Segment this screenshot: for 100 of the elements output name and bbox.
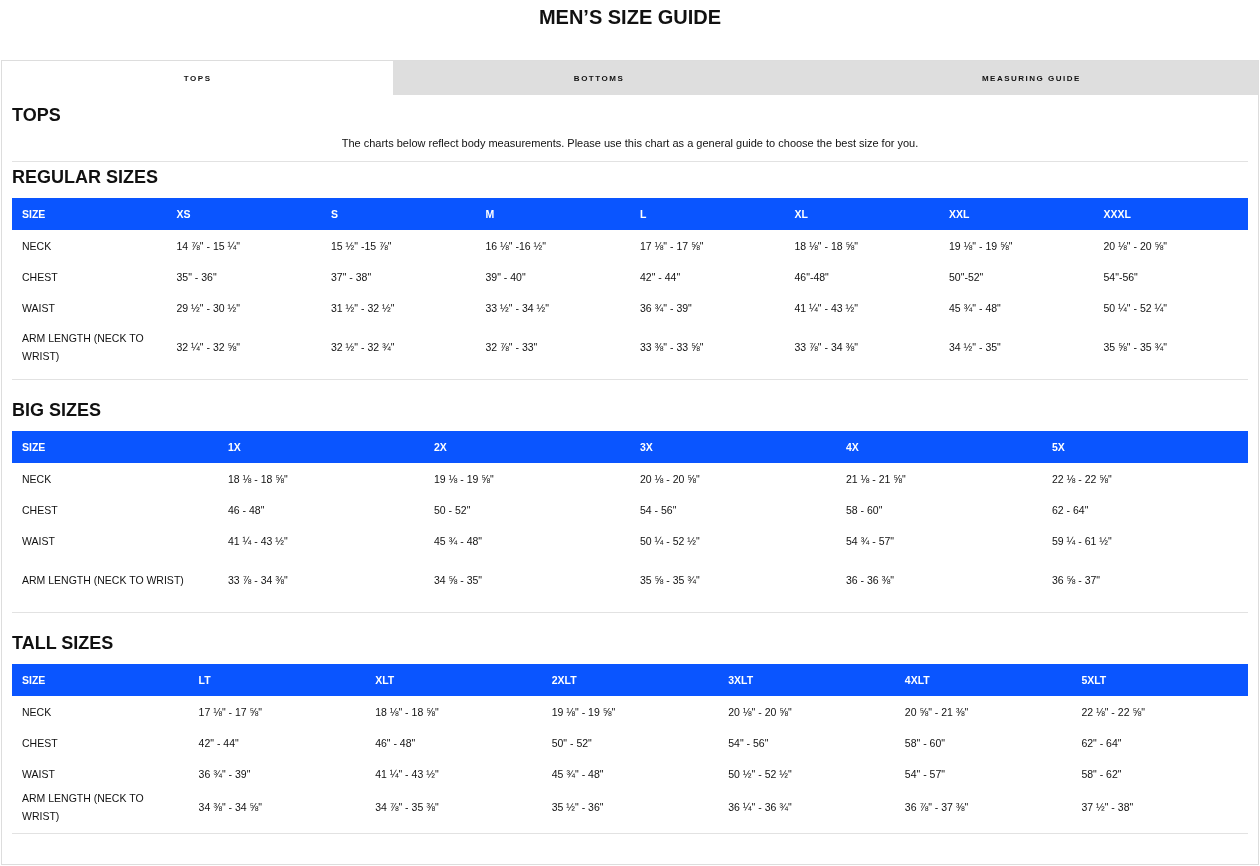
table-cell-text: 41 ¼ - 43 ½" [227,533,289,549]
table-cell: 18 ⅛" - 18 ⅝" [365,696,542,727]
table-cell-text: 54 - 56" [639,502,678,518]
column-header: 1X [218,431,424,463]
table-cell-text: 36 ¼" - 36 ¾" [727,800,793,815]
table-cell-text: 41 ¼" - 43 ½" [793,300,859,316]
table-cell-text: 54" - 57" [903,766,946,782]
column-header: XL [784,198,939,230]
table-cell-text: 50 ¼ - 52 ½" [639,533,701,549]
tab[interactable]: BOTTOMS [393,61,805,95]
table-cell-text: 58" - 62" [1080,766,1123,782]
row-label: WAIST [21,533,56,549]
column-header: M [475,198,630,230]
table-cell-text: 36 ⅝ - 37" [1051,573,1102,588]
section-title: TOPS [12,105,62,127]
row-label: CHEST [21,735,59,751]
table-cell-text: 45 ¾" - 48" [550,766,605,782]
table-cell-text: 37 ½" - 38" [1080,800,1135,815]
column-header: 2XLT [541,664,719,696]
row-label: WAIST [21,766,56,782]
column-header: L [630,198,785,230]
table-cell-text: 34 ⅞" - 35 ⅜" [374,800,440,815]
table-cell-text: 36 ¾" - 39" [197,766,252,782]
table-cell-text: 50" - 52" [550,735,593,751]
table-cell-text: 35" - 36" [175,269,218,285]
table-cell-text: 46 - 48" [227,502,266,518]
table-cell-text: 46"-48" [793,269,830,285]
table-cell-text: 41 ¼" - 43 ½" [374,766,440,782]
tab[interactable]: MEASURING GUIDE [804,61,1258,95]
table-cell-text: 58 - 60" [845,502,884,518]
column-header: XXL [939,198,1094,230]
table-cell-text: 62 - 64" [1051,502,1090,518]
column-header: SIZE [12,664,189,696]
column-header: 2X [424,431,630,463]
table-cell-text: 42" - 44" [197,735,240,751]
table-title: REGULAR SIZES [12,167,159,189]
column-header: 4X [836,431,1042,463]
table-cell: 21 ⅛ - 21 ⅝" [836,463,1042,494]
column-header: 3X [630,431,836,463]
table-cell: 16 ⅛" -16 ½" [475,230,630,261]
column-header: 4XLT [894,664,1072,696]
table-cell-text: 34 ⅝ - 35" [433,573,484,588]
table-cell-text: 33 ⅞" - 34 ⅜" [793,340,859,355]
column-header: 5X [1042,431,1248,463]
table-cell-text: 39" - 40" [484,269,527,285]
table-cell: 20 ⅛ - 20 ⅝" [630,463,836,494]
table-cell-text: 37" - 38" [330,269,373,285]
table-cell-text: 35 ⅝" - 35 ¾" [1102,340,1168,355]
row-label: NECK [12,463,218,494]
column-header: LT [188,664,366,696]
table-cell: 14 ⅞" - 15 ¼" [166,230,321,261]
table-cell-text: 32 ¼" - 32 ⅝" [175,340,241,355]
table-cell: 15 ½" -15 ⅞" [321,230,476,261]
column-header: XLT [365,664,542,696]
table-cell-text: 33 ⅜" - 33 ⅝" [639,340,705,355]
table-cell-text: 35 ⅝ - 35 ¾" [639,573,701,588]
table-cell-text: 54 ¾ - 57" [845,533,896,549]
table-cell-text: 50"-52" [948,269,985,285]
table-cell-text: 42" - 44" [639,269,682,285]
table-cell: 19 ⅛ - 19 ⅝" [424,463,630,494]
table-cell-text: 36 ¾" - 39" [639,300,693,316]
row-label: ARM LENGTH (NECK TO WRIST) [21,791,145,824]
column-header: XS [166,198,321,230]
table-cell: 18 ⅛ - 18 ⅝" [218,463,424,494]
table-cell: 22 ⅛" - 22 ⅝" [1071,696,1248,727]
table-cell: 19 ⅛" - 19 ⅝" [541,696,719,727]
table-cell: 19 ⅛" - 19 ⅝" [939,230,1094,261]
table-cell-text: 62" - 64" [1080,735,1123,751]
table-cell-text: 45 ¾ - 48" [433,533,484,549]
row-label: WAIST [21,300,56,316]
row-label: NECK [12,230,167,261]
table-cell-text: 33 ½" - 34 ½" [484,300,550,316]
column-header: XXXL [1093,198,1248,230]
table-cell: 17 ⅛" - 17 ⅝" [188,696,366,727]
table-cell-text: 50 ½" - 52 ½" [727,766,793,782]
row-label: CHEST [21,502,59,518]
column-header: SIZE [12,198,167,230]
table-title: TALL SIZES [12,633,115,655]
table-cell-text: 35 ½" - 36" [550,800,605,815]
table-cell-text: 32 ½" - 32 ¾" [330,340,396,355]
table-cell: 20 ⅝" - 21 ⅜" [894,696,1072,727]
table-cell-text: 59 ¼ - 61 ½" [1051,533,1113,549]
table-cell-text: 32 ⅞" - 33" [484,340,539,355]
table-cell: 22 ⅛ - 22 ⅝" [1042,463,1248,494]
table-cell-text: 34 ½" - 35" [948,340,1002,355]
column-header: SIZE [12,431,218,463]
table-cell: 17 ⅛" - 17 ⅝" [630,230,785,261]
row-label: ARM LENGTH (NECK TO WRIST) [21,573,185,588]
table-cell-text: 54" - 56" [727,735,770,751]
table-cell-text: 46" - 48" [374,735,417,751]
page-title: MEN’S SIZE GUIDE [537,5,723,30]
table-cell-text: 29 ½" - 30 ½" [175,300,241,316]
table-cell-text: 36 - 36 ⅜" [845,573,896,588]
table-cell-text: 54"-56" [1102,269,1139,285]
row-label: NECK [12,696,189,727]
table-cell: 20 ⅛" - 20 ⅝" [718,696,895,727]
row-label: CHEST [21,269,59,285]
table-cell: 18 ⅛" - 18 ⅝" [784,230,939,261]
table-cell-text: 58" - 60" [903,735,946,751]
table-cell-text: 34 ⅜" - 34 ⅝" [197,800,264,815]
